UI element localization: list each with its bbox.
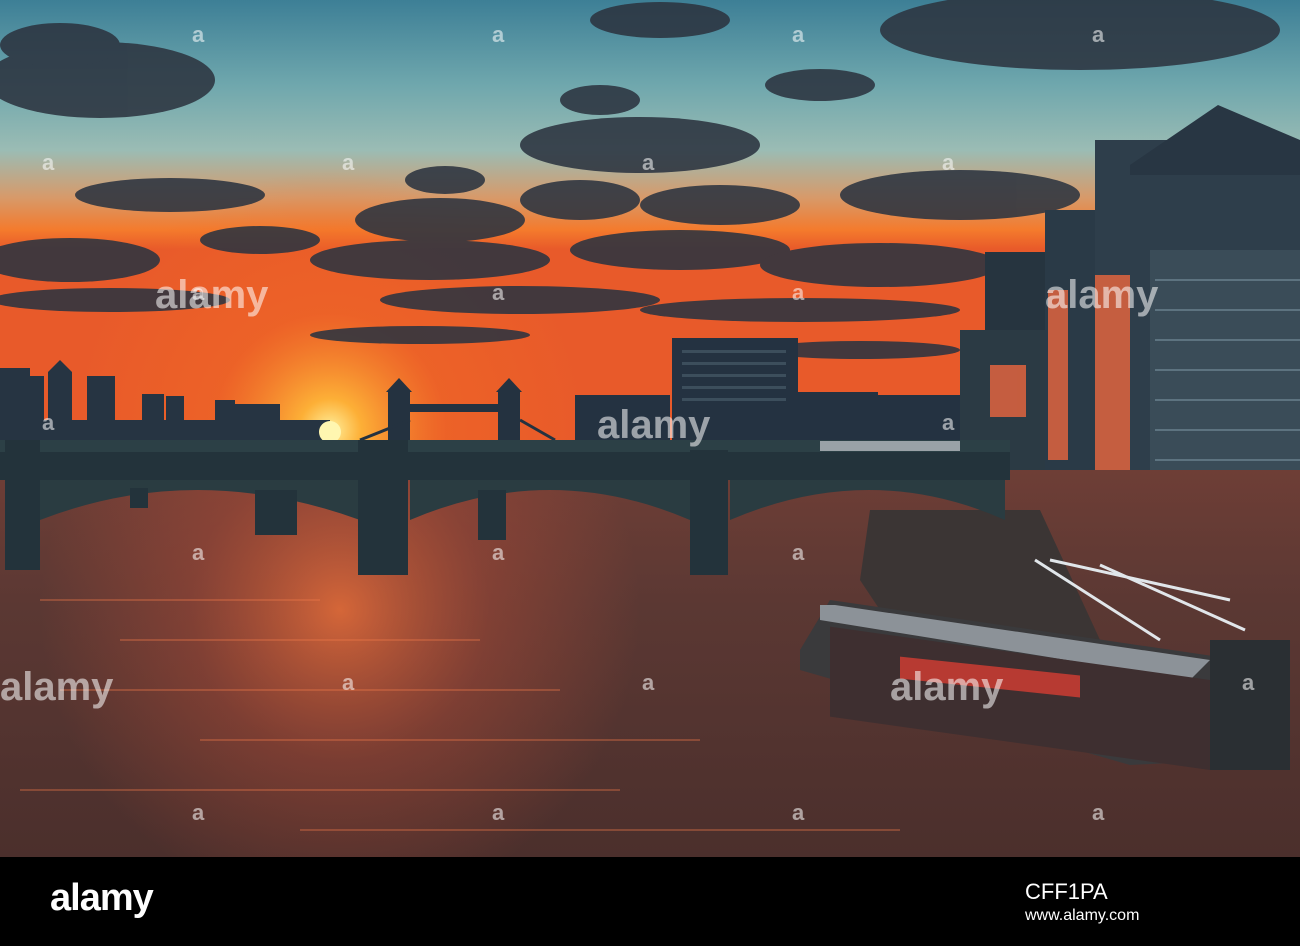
stock-photo-frame: alamy alamy alamy alamy alamy a a a a a … — [0, 0, 1300, 946]
watermark-small-text: a — [192, 280, 205, 305]
watermark-small-text: a — [42, 150, 55, 175]
watermark-small-text: a — [1242, 670, 1255, 695]
watermark-small-text: a — [792, 540, 805, 565]
footer-bar: alamy CFF1PA www.alamy.com — [0, 857, 1300, 946]
watermark-small-text: a — [792, 22, 805, 47]
watermark-small-text: a — [42, 410, 55, 435]
watermark-small-text: a — [342, 670, 355, 695]
watermark-text: alamy — [1045, 273, 1159, 317]
watermark-small-text: a — [642, 670, 655, 695]
image-id: CFF1PA — [1025, 879, 1108, 904]
watermark-text: alamy — [155, 273, 269, 317]
watermark-small-text: a — [492, 800, 505, 825]
watermark-small-text: a — [192, 540, 205, 565]
watermark-small-text: a — [942, 410, 955, 435]
watermark-small-text: a — [1092, 22, 1105, 47]
watermark-small-text: a — [642, 150, 655, 175]
watermark-text: alamy — [597, 403, 711, 447]
watermark-small-text: a — [942, 150, 955, 175]
watermark-small-text: a — [192, 800, 205, 825]
watermark-small-text: a — [792, 280, 805, 305]
watermark-text: alamy — [890, 665, 1004, 709]
watermark-small-text: a — [1092, 800, 1105, 825]
watermark-small-text: a — [492, 22, 505, 47]
watermark-text: alamy — [0, 665, 114, 709]
watermark-small-text: a — [342, 150, 355, 175]
watermark-small-text: a — [192, 22, 205, 47]
train — [820, 441, 960, 451]
site-url[interactable]: www.alamy.com — [1025, 907, 1139, 925]
watermark-small-text: a — [492, 540, 505, 565]
watermark-small-text: a — [792, 800, 805, 825]
sun — [319, 421, 341, 443]
watermark-small-text: a — [492, 280, 505, 305]
alamy-logo[interactable]: alamy — [50, 877, 154, 920]
london-thames-sunset-photo: alamy alamy alamy alamy alamy a a a a a … — [0, 0, 1300, 857]
